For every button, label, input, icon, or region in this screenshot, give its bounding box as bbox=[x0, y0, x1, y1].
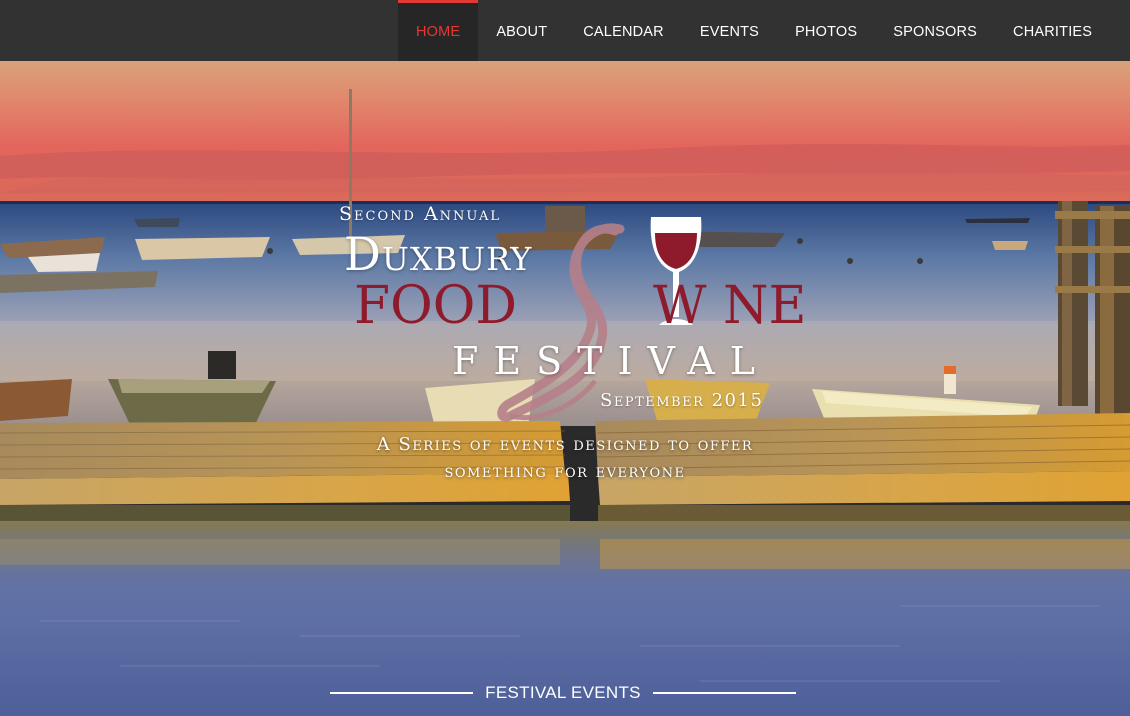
nav-item-home[interactable]: HOME bbox=[398, 0, 479, 61]
section-title: FESTIVAL EVENTS bbox=[485, 683, 641, 702]
logo-second-annual: Second Annual bbox=[339, 203, 501, 225]
heading-rule-left bbox=[330, 692, 474, 694]
nav-menu: HOME ABOUT CALENDAR EVENTS PHOTOS SPONSO… bbox=[398, 0, 1110, 61]
tagline-line-2: something for everyone bbox=[444, 461, 686, 482]
top-navbar: HOME ABOUT CALENDAR EVENTS PHOTOS SPONSO… bbox=[0, 0, 1130, 61]
logo-wine: W NE bbox=[653, 276, 807, 336]
nav-item-events[interactable]: EVENTS bbox=[682, 0, 777, 61]
hero-banner: Second Annual Duxbury FOOD W NE FESTIVAL… bbox=[0, 61, 1130, 716]
festival-events-heading: FESTIVAL EVENTS bbox=[330, 678, 796, 708]
nav-item-calendar[interactable]: CALENDAR bbox=[565, 0, 682, 61]
festival-logo: Second Annual Duxbury FOOD W NE FESTIVAL… bbox=[0, 61, 1130, 716]
logo-festival: FESTIVAL bbox=[452, 339, 771, 383]
logo-date: September 2015 bbox=[600, 390, 764, 411]
tagline-line-1: A Series of events designed to offer bbox=[376, 434, 754, 455]
page: HOME ABOUT CALENDAR EVENTS PHOTOS SPONSO… bbox=[0, 0, 1130, 716]
nav-item-sponsors[interactable]: SPONSORS bbox=[875, 0, 995, 61]
heading-rule-right bbox=[652, 692, 796, 694]
nav-item-charities[interactable]: CHARITIES bbox=[995, 0, 1110, 61]
nav-item-photos[interactable]: PHOTOS bbox=[777, 0, 875, 61]
nav-item-about[interactable]: ABOUT bbox=[478, 0, 565, 61]
